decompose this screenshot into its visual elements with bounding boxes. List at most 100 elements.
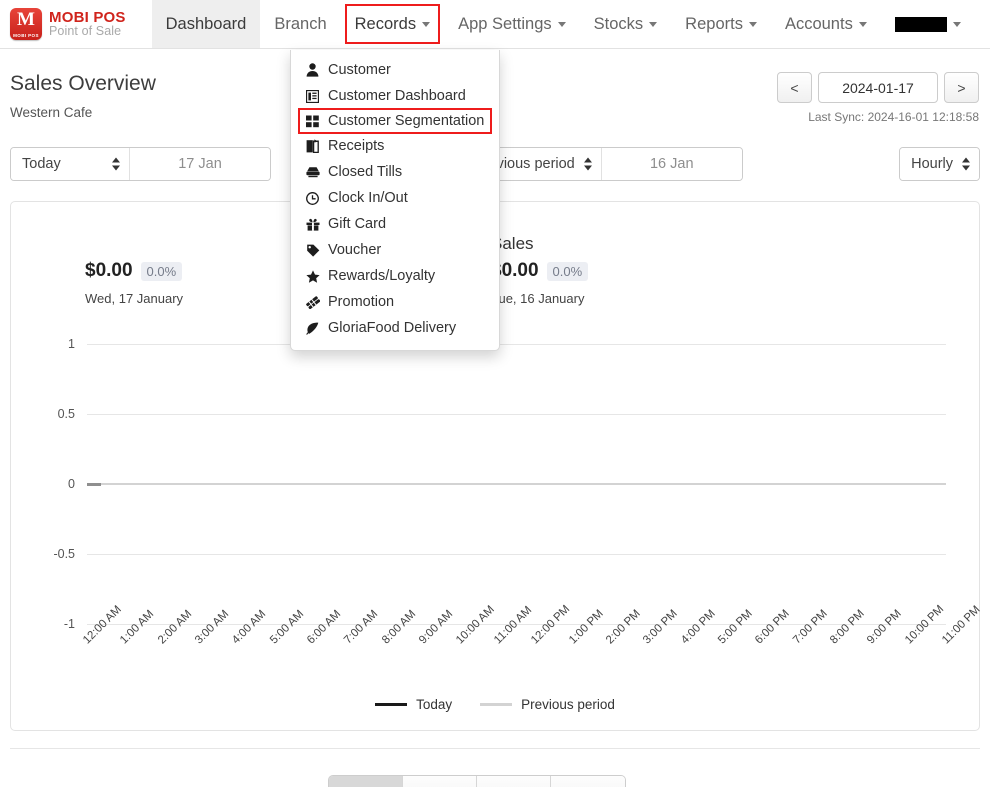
chevron-down-icon — [422, 21, 431, 27]
chevron-down-icon — [557, 21, 566, 27]
grid-squares-icon — [305, 114, 320, 129]
chart-gridline — [87, 344, 946, 345]
stepper-arrows-icon — [112, 157, 120, 171]
compare-period-date[interactable]: 16 Jan — [600, 148, 742, 180]
receipt-icon — [305, 139, 320, 154]
bottom-button-2[interactable] — [403, 776, 477, 787]
dropdown-item-receipts[interactable]: Receipts — [291, 133, 499, 159]
x-axis-tick-label: 10:00 AM — [454, 603, 498, 647]
interval-value: Hourly — [911, 156, 953, 172]
nav-label-stocks: Stocks — [593, 14, 644, 33]
x-axis-tick-label: 7:00 PM — [790, 607, 830, 647]
star-icon — [305, 269, 320, 284]
primary-period-date[interactable]: 17 Jan — [129, 148, 270, 180]
chevron-down-icon — [858, 21, 867, 27]
dropdown-item-closed-tills[interactable]: Closed Tills — [291, 159, 499, 185]
dropdown-item-rewards-loyalty[interactable]: Rewards/Loyalty — [291, 263, 499, 289]
dropdown-item-customer[interactable]: Customer — [291, 57, 499, 83]
dropdown-item-promotion[interactable]: Promotion — [291, 289, 499, 315]
clock-icon — [305, 191, 320, 206]
chevron-down-icon — [649, 21, 658, 27]
current-date-field[interactable]: 2024-01-17 — [818, 72, 938, 103]
x-axis-tick-label: 11:00 AM — [491, 604, 535, 647]
legend-item-previous: Previous period — [480, 697, 615, 712]
stepper-arrows-icon — [583, 157, 592, 171]
page-title: Sales Overview — [10, 72, 156, 95]
nav-item-reports[interactable]: Reports — [671, 0, 771, 48]
nav-label-records: Records — [354, 14, 417, 33]
logo-letter: M — [17, 9, 35, 30]
y-axis-tick-label: -1 — [63, 617, 75, 631]
legend-item-today: Today — [375, 697, 452, 712]
nav-item-records[interactable]: Records — [344, 4, 441, 44]
nav-label-app-settings: App Settings — [458, 14, 552, 33]
dropdown-item-label: Promotion — [328, 294, 395, 310]
nav-label-reports: Reports — [685, 14, 743, 33]
primary-period-combo: Today 17 Jan — [10, 147, 271, 181]
x-axis-tick-label: 9:00 AM — [417, 608, 456, 647]
y-axis-tick-label: 1 — [68, 337, 75, 351]
brand-name: MOBI POS — [49, 8, 126, 26]
chart-gridline — [87, 554, 946, 555]
legend-swatch-today — [375, 703, 408, 706]
dropdown-item-label: Rewards/Loyalty — [328, 268, 436, 284]
gift-icon — [305, 217, 320, 232]
dropdown-item-customer-dashboard[interactable]: Customer Dashboard — [291, 83, 499, 109]
top-navbar: M MOBI POS MOBI POS Point of Sale Dashbo… — [0, 0, 990, 49]
leaf-icon — [305, 321, 320, 336]
compare-period-combo: Previous period 16 Jan — [462, 147, 743, 181]
user-icon — [305, 63, 320, 78]
nav-item-stocks[interactable]: Stocks — [580, 0, 672, 48]
x-axis-tick-label: 11:00 PM — [940, 603, 983, 647]
brand-logo-area[interactable]: M MOBI POS MOBI POS Point of Sale — [0, 0, 138, 48]
interval-select[interactable]: Hourly — [900, 148, 979, 180]
dropdown-item-customer-segmentation[interactable]: Customer Segmentation — [298, 108, 492, 134]
bottom-button-4[interactable] — [551, 776, 625, 787]
date-navigator: < 2024-01-17 > — [777, 72, 979, 103]
last-sync-text: Last Sync: 2024-16-01 12:18:58 — [808, 110, 979, 124]
dropdown-item-voucher[interactable]: Voucher — [291, 237, 499, 263]
x-axis-tick-label: 6:00 PM — [753, 607, 793, 647]
dropdown-item-label: Customer Dashboard — [328, 88, 466, 104]
date-prev-button[interactable]: < — [777, 72, 812, 103]
interval-combo: Hourly — [899, 147, 980, 181]
x-axis-tick-label: 9:00 PM — [865, 607, 905, 647]
primary-period-value: Today — [22, 156, 61, 172]
x-axis-tick-label: 2:00 AM — [155, 608, 195, 647]
x-axis-tick-label: 8:00 AM — [379, 608, 419, 647]
x-axis-tick-label: 4:00 AM — [230, 608, 269, 647]
date-next-button[interactable]: > — [944, 72, 979, 103]
primary-period-select[interactable]: Today — [11, 148, 129, 180]
logo-tagline: MOBI POS — [13, 33, 39, 38]
nav-label-accounts: Accounts — [784, 14, 853, 33]
nav-item-accounts[interactable]: Accounts — [771, 0, 881, 48]
legend-label-today: Today — [416, 697, 453, 712]
y-axis-tick-label: -0.5 — [53, 547, 75, 561]
x-axis-tick-label: 8:00 PM — [827, 607, 867, 647]
nav-item-dashboard[interactable]: Dashboard — [151, 0, 261, 48]
bottom-button-3[interactable] — [477, 776, 551, 787]
cash-drawer-icon — [305, 165, 320, 180]
x-axis-tick-label: 6:00 AM — [305, 608, 344, 647]
dropdown-item-gloriafood-delivery[interactable]: GloriaFood Delivery — [291, 315, 499, 341]
x-axis-tick-label: 4:00 PM — [678, 607, 718, 647]
nav-item-account-user[interactable] — [881, 0, 975, 48]
dropdown-item-label: GloriaFood Delivery — [328, 320, 457, 336]
y-axis-tick-label: 0.5 — [57, 407, 75, 421]
bottom-button-group[interactable] — [328, 775, 626, 787]
chart-legend: Today Previous period — [11, 697, 979, 712]
dropdown-item-clock-in-out[interactable]: Clock In/Out — [291, 185, 499, 211]
mobipos-logo-icon: M MOBI POS — [10, 8, 42, 40]
nav-item-branch[interactable]: Branch — [260, 0, 340, 48]
dropdown-item-label: Clock In/Out — [328, 190, 408, 206]
bottom-button-1[interactable] — [329, 776, 403, 787]
nav-item-app-settings[interactable]: App Settings — [444, 0, 580, 48]
records-dropdown-menu: Customer Customer Dashboard Customer Segme… — [290, 50, 500, 351]
dropdown-item-gift-card[interactable]: Gift Card — [291, 211, 499, 237]
x-axis-tick-label: 1:00 AM — [118, 608, 157, 647]
dropdown-item-label: Customer — [328, 62, 391, 78]
series-line-previous-period — [87, 483, 946, 485]
account-name-redacted — [894, 16, 947, 32]
dropdown-item-label: Voucher — [328, 242, 382, 258]
dropdown-item-label: Customer Segmentation — [328, 113, 485, 129]
